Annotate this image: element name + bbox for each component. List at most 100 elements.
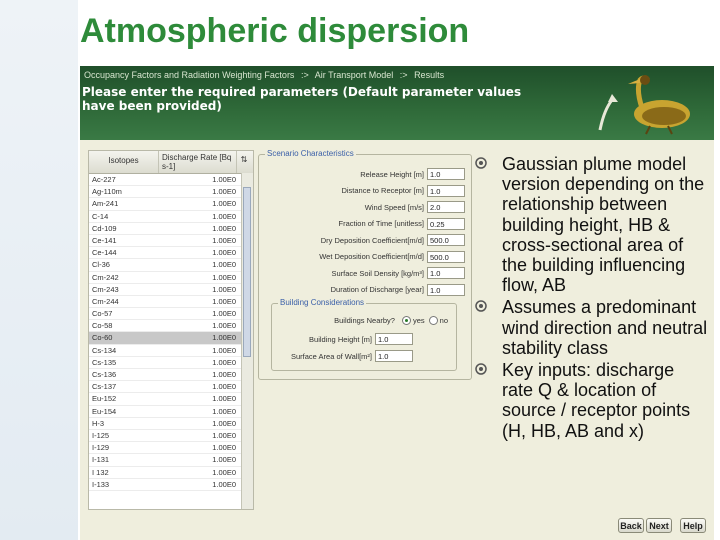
param-label: Building Height [m] [309,334,372,344]
discharge-rate-cell[interactable]: 1.00E0 [159,186,239,197]
scenario-characteristics-panel: Scenario Characteristics Release Height … [258,149,472,380]
scrollbar-thumb[interactable] [243,187,251,357]
table-row[interactable]: Cs-135 1.00E0 [89,357,253,369]
buildings-nearby-row: Buildings Nearby? yes no [334,314,448,326]
table-row[interactable]: Cm-242 1.00E0 [89,272,253,284]
discharge-rate-cell[interactable]: 1.00E0 [159,467,239,478]
param-label: Distance to Receptor [m] [341,186,424,195]
discharge-rate-cell[interactable]: 1.00E0 [159,479,239,490]
table-row[interactable]: Eu-152 1.00E0 [89,393,253,406]
table-row[interactable]: Cm-244 1.00E0 [89,296,253,309]
param-row-dry-deposition: Dry Deposition Coefficient[m/d] 500.0 [321,233,465,247]
isotope-cell: Ce-141 [92,235,117,245]
column-header-isotopes[interactable]: Isotopes [89,151,159,173]
slide-left-stripe [0,0,78,540]
isotope-cell: I 132 [92,467,109,477]
table-row[interactable]: Cm-243 1.00E0 [89,284,253,296]
isotope-scrollbar[interactable] [241,173,253,509]
wall-area-row: Surface Area of Wall[m²] 1.0 [280,349,413,363]
discharge-rate-cell[interactable]: 1.00E0 [159,418,239,429]
column-header-discharge-rate[interactable]: Discharge Rate [Bq s-1] [159,151,237,173]
param-label: Fraction of Time [unitless] [338,219,424,228]
distance-to-receptor-input[interactable]: 1.0 [427,184,465,197]
table-row[interactable]: I-129 1.00E0 [89,442,253,455]
isotope-cell: Ce-144 [92,248,117,258]
sort-icon[interactable]: ⇅ [237,151,251,173]
discharge-rate-cell[interactable]: 1.00E0 [159,272,239,283]
soil-density-input[interactable]: 1.0 [427,267,465,279]
discharge-rate-cell[interactable]: 1.00E0 [159,247,239,258]
discharge-rate-cell[interactable]: 1.00E0 [159,345,239,356]
bullet-item: Gaussian plume model version depending o… [470,154,710,295]
breadcrumb-item-occupancy[interactable]: Occupancy Factors and Radiation Weightin… [84,70,294,80]
discharge-rate-cell[interactable]: 1.00E0 [159,284,239,295]
discharge-rate-cell[interactable]: 1.00E0 [159,174,239,185]
discharge-rate-cell[interactable]: 1.00E0 [159,381,239,392]
isotope-cell: Cs-137 [92,382,117,392]
table-row[interactable]: Cs-137 1.00E0 [89,381,253,394]
wall-area-input[interactable]: 1.0 [375,350,413,362]
table-row[interactable]: I 132 1.00E0 [89,467,253,479]
release-height-input[interactable]: 1.0 [427,168,465,180]
isotope-rows: Ac-227 1.00E0 Ag-110m 1.00E0 Am-241 1.00E0 C-1… [89,174,253,491]
discharge-rate-cell[interactable]: 1.00E0 [159,430,239,441]
table-row[interactable]: Ac-227 1.00E0 [89,174,253,187]
discharge-rate-cell[interactable]: 1.00E0 [159,393,239,404]
radio-yes[interactable] [401,315,411,325]
next-button[interactable]: Next [646,518,672,533]
isotope-cell: C-14 [92,211,109,221]
table-row[interactable]: I-125 1.00E0 [89,430,253,443]
isotope-cell: Ac-227 [92,175,116,184]
table-row[interactable]: Co-57 1.00E0 [89,308,253,321]
table-row[interactable]: I-131 1.00E0 [89,454,253,467]
discharge-rate-cell[interactable]: 1.00E0 [159,198,239,209]
table-row[interactable]: Ag-110m 1.00E0 [89,186,253,199]
table-row[interactable]: Cl-36 1.00E0 [89,259,253,272]
duration-of-discharge-input[interactable]: 1.0 [427,283,465,296]
breadcrumb-separator: :> [399,70,408,80]
table-row[interactable]: C-14 1.00E0 [89,211,253,223]
table-row[interactable]: Ce-144 1.00E0 [89,247,253,260]
wind-speed-input[interactable]: 2.0 [427,201,465,213]
table-row[interactable]: Cs-136 1.00E0 [89,369,253,382]
table-row[interactable]: Ce-141 1.00E0 [89,235,253,248]
discharge-rate-cell[interactable]: 1.00E0 [159,211,239,222]
isotope-cell: Cl-36 [92,260,110,270]
discharge-rate-cell[interactable]: 1.00E0 [159,357,239,368]
discharge-rate-cell[interactable]: 1.00E0 [159,369,239,380]
isotope-cell: I-125 [92,430,110,440]
radio-no[interactable] [428,315,438,325]
breadcrumb-item-results[interactable]: Results [414,70,444,80]
breadcrumb-item-air-transport[interactable]: Air Transport Model [315,70,394,80]
discharge-rate-cell[interactable]: 1.00E0 [159,223,239,234]
table-row[interactable]: Co-58 1.00E0 [89,320,253,333]
back-button[interactable]: Back [618,518,644,533]
buildings-nearby-label: Buildings Nearby? [334,315,395,325]
discharge-rate-cell[interactable]: 1.00E0 [159,332,239,343]
building-considerations-panel: Building Considerations Buildings Nearby… [271,298,457,371]
table-row[interactable]: Co-60 1.00E0 [89,332,253,345]
wet-deposition-input[interactable]: 500.0 [427,250,465,263]
dry-deposition-input[interactable]: 500.0 [427,234,465,246]
discharge-rate-cell[interactable]: 1.00E0 [159,442,239,453]
table-row[interactable]: Cd-109 1.00E0 [89,223,253,235]
discharge-rate-cell[interactable]: 1.00E0 [159,308,239,319]
building-height-input[interactable]: 1.0 [375,333,413,345]
table-row[interactable]: H-3 1.00E0 [89,418,253,430]
discharge-rate-cell[interactable]: 1.00E0 [159,320,239,331]
fraction-of-time-input[interactable]: 0.25 [427,217,465,230]
discharge-rate-cell[interactable]: 1.00E0 [159,454,239,465]
table-row[interactable]: Cs-134 1.00E0 [89,345,253,357]
discharge-rate-cell[interactable]: 1.00E0 [159,259,239,270]
table-row[interactable]: Eu-154 1.00E0 [89,406,253,418]
table-row[interactable]: I-133 1.00E0 [89,479,253,491]
param-row-distance: Distance to Receptor [m] 1.0 [341,184,465,198]
discharge-rate-cell[interactable]: 1.00E0 [159,406,239,417]
isotope-cell: I-131 [92,455,110,465]
discharge-rate-cell[interactable]: 1.00E0 [159,296,239,307]
slide-bullet-list: Gaussian plume model version depending o… [470,154,710,443]
table-row[interactable]: Am-241 1.00E0 [89,198,253,211]
discharge-rate-cell[interactable]: 1.00E0 [159,235,239,246]
help-button[interactable]: Help [680,518,706,533]
isotope-cell: Cs-134 [92,345,117,355]
